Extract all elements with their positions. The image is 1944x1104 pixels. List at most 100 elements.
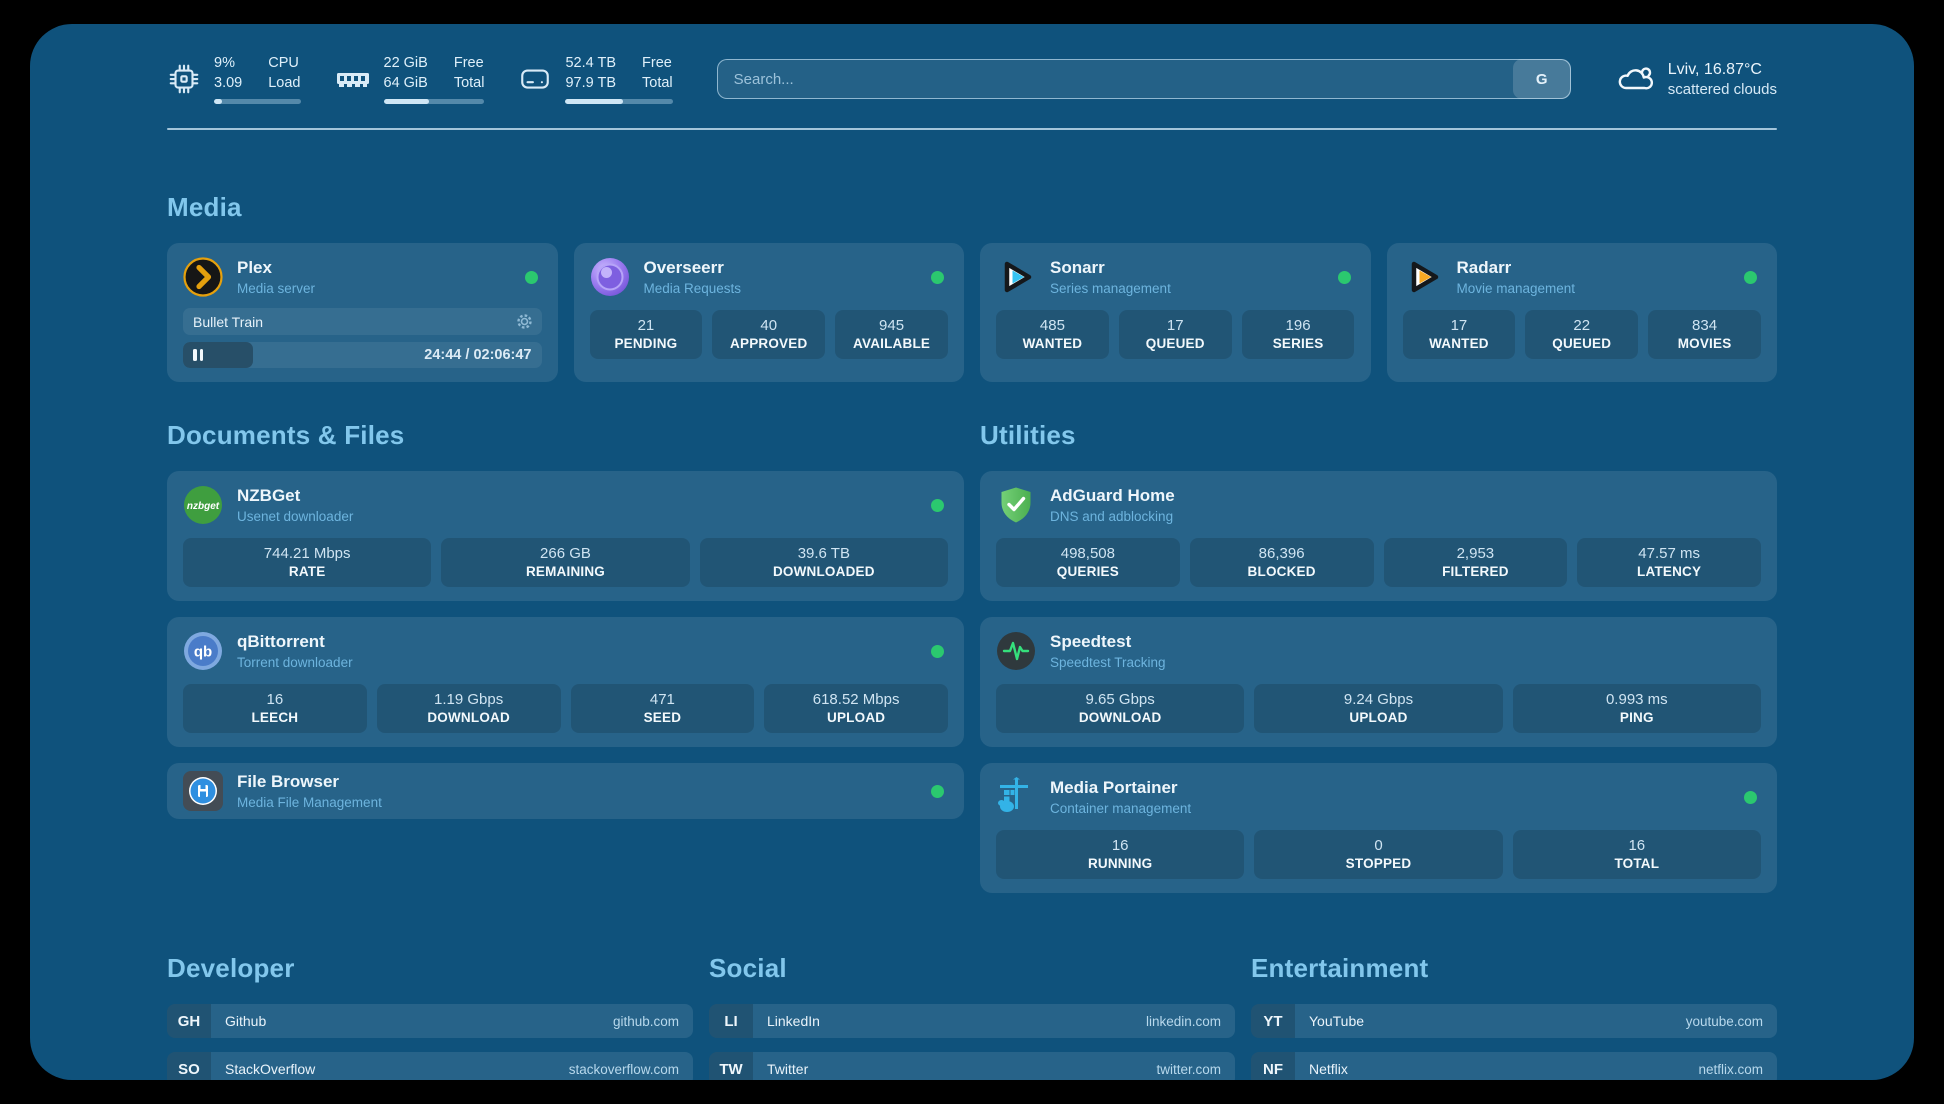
filebrowser-icon: [183, 771, 223, 811]
bookmark-linkedin[interactable]: LI LinkedIn linkedin.com: [709, 1004, 1235, 1038]
stat-running: 16RUNNING: [996, 830, 1244, 879]
app-name: Radarr: [1457, 258, 1576, 278]
app-subtitle: Series management: [1050, 281, 1171, 296]
nzbget-icon: nzbget: [183, 485, 223, 525]
card-adguard[interactable]: AdGuard Home DNS and adblocking 498,508Q…: [980, 471, 1777, 601]
qbittorrent-icon: qb: [183, 631, 223, 671]
app-subtitle: Media File Management: [237, 795, 382, 810]
bookmark-abbr: GH: [167, 1004, 211, 1038]
bookmark-url: stackoverflow.com: [569, 1052, 693, 1080]
header-divider: [167, 128, 1777, 130]
stat-leech: 16LEECH: [183, 684, 367, 733]
card-plex[interactable]: Plex Media server Bullet Train: [167, 243, 558, 382]
status-online-dot: [1744, 791, 1757, 804]
app-name: Sonarr: [1050, 258, 1171, 278]
app-subtitle: Movie management: [1457, 281, 1576, 296]
app-name: NZBGet: [237, 486, 353, 506]
weather-condition: scattered clouds: [1668, 81, 1777, 98]
pause-button[interactable]: [193, 349, 203, 361]
bookmark-abbr: LI: [709, 1004, 753, 1038]
bookmark-group-title: Entertainment: [1251, 953, 1777, 984]
radarr-icon: [1403, 257, 1443, 297]
app-subtitle: Media server: [237, 281, 315, 296]
bookmark-github[interactable]: GH Github github.com: [167, 1004, 693, 1038]
bookmark-stackoverflow[interactable]: SO StackOverflow stackoverflow.com: [167, 1052, 693, 1080]
card-nzbget[interactable]: nzbget NZBGet Usenet downloader 744.21 M…: [167, 471, 964, 601]
stat-download: 1.19 GbpsDOWNLOAD: [377, 684, 561, 733]
stat-queued: 22QUEUED: [1525, 310, 1638, 359]
bookmark-abbr: SO: [167, 1052, 211, 1080]
bookmark-group-entertainment: Entertainment YT YouTube youtube.com NF …: [1251, 953, 1777, 1080]
app-name: Speedtest: [1050, 632, 1166, 652]
disk-stat: 52.4 TB97.9 TB FreeTotal: [518, 54, 672, 103]
memory-free-label: Free: [454, 54, 485, 74]
search-bar: G: [717, 59, 1571, 99]
bookmark-abbr: NF: [1251, 1052, 1295, 1080]
weather-widget: Lviv, 16.87°C scattered clouds: [1615, 61, 1777, 98]
stat-blocked: 86,396BLOCKED: [1190, 538, 1374, 587]
stat-download: 9.65 GbpsDOWNLOAD: [996, 684, 1244, 733]
bookmark-group-social: Social LI LinkedIn linkedin.com TW Twitt…: [709, 953, 1235, 1080]
gear-icon[interactable]: [517, 314, 532, 329]
disk-total: 97.9 TB: [565, 74, 616, 94]
card-portainer[interactable]: Media Portainer Container management 16R…: [980, 763, 1777, 893]
app-subtitle: Speedtest Tracking: [1050, 655, 1166, 670]
playback-time: 24:44 / 02:06:47: [424, 342, 531, 368]
stat-upload: 618.52 MbpsUPLOAD: [764, 684, 948, 733]
card-filebrowser[interactable]: File Browser Media File Management: [167, 763, 964, 819]
status-online-dot: [931, 785, 944, 798]
disk-icon: [518, 62, 552, 96]
search-provider-button[interactable]: G: [1513, 59, 1571, 99]
disk-free-label: Free: [642, 54, 673, 74]
card-overseerr[interactable]: Overseerr Media Requests 21PENDING 40APP…: [574, 243, 965, 382]
card-qbittorrent[interactable]: qb qBittorrent Torrent downloader 16LEEC…: [167, 617, 964, 747]
app-name: AdGuard Home: [1050, 486, 1175, 506]
cpu-stat: 9%3.09 CPULoad: [167, 54, 301, 103]
stat-rate: 744.21 MbpsRATE: [183, 538, 431, 587]
app-subtitle: Media Requests: [644, 281, 742, 296]
memory-free: 22 GiB: [384, 54, 428, 74]
card-sonarr[interactable]: Sonarr Series management 485WANTED 17QUE…: [980, 243, 1371, 382]
weather-location-temp: Lviv, 16.87°C: [1668, 61, 1777, 79]
stat-series: 196SERIES: [1242, 310, 1355, 359]
now-playing-row: Bullet Train: [183, 308, 542, 335]
stat-ping: 0.993 msPING: [1513, 684, 1761, 733]
bookmark-netflix[interactable]: NF Netflix netflix.com: [1251, 1052, 1777, 1080]
status-online-dot: [525, 271, 538, 284]
app-name: File Browser: [237, 772, 382, 792]
stat-latency: 47.57 msLATENCY: [1577, 538, 1761, 587]
bookmark-group-title: Social: [709, 953, 1235, 984]
memory-total: 64 GiB: [384, 74, 428, 94]
search-input[interactable]: [717, 59, 1571, 99]
sonarr-icon: [996, 257, 1036, 297]
section-title-utilities: Utilities: [980, 420, 1777, 451]
speedtest-icon: [996, 631, 1036, 671]
portainer-icon: [996, 777, 1036, 817]
svg-text:qb: qb: [194, 644, 212, 661]
bookmark-url: twitter.com: [1156, 1052, 1235, 1080]
bookmark-group-developer: Developer GH Github github.com SO StackO…: [167, 953, 693, 1080]
bookmark-name: Twitter: [753, 1052, 1156, 1080]
card-speedtest[interactable]: Speedtest Speedtest Tracking 9.65 GbpsDO…: [980, 617, 1777, 747]
bookmark-twitter[interactable]: TW Twitter twitter.com: [709, 1052, 1235, 1080]
stat-queries: 498,508QUERIES: [996, 538, 1180, 587]
stat-stopped: 0STOPPED: [1254, 830, 1502, 879]
stat-seed: 471SEED: [571, 684, 755, 733]
app-subtitle: Torrent downloader: [237, 655, 353, 670]
section-documents: Documents & Files nzbget NZBGet U: [167, 420, 964, 819]
stat-wanted: 485WANTED: [996, 310, 1109, 359]
bookmark-youtube[interactable]: YT YouTube youtube.com: [1251, 1004, 1777, 1038]
status-online-dot: [1744, 271, 1757, 284]
cpu-icon: [167, 62, 201, 96]
bookmark-abbr: YT: [1251, 1004, 1295, 1038]
status-online-dot: [931, 499, 944, 512]
cpu-usage: 9%: [214, 54, 242, 74]
top-bar: 9%3.09 CPULoad 22: [167, 24, 1777, 104]
disk-total-label: Total: [642, 74, 673, 94]
card-radarr[interactable]: Radarr Movie management 17WANTED 22QUEUE…: [1387, 243, 1778, 382]
section-title-media: Media: [167, 192, 1777, 223]
memory-total-label: Total: [454, 74, 485, 94]
stat-movies: 834MOVIES: [1648, 310, 1761, 359]
stat-available: 945AVAILABLE: [835, 310, 948, 359]
bookmark-url: linkedin.com: [1146, 1004, 1235, 1038]
